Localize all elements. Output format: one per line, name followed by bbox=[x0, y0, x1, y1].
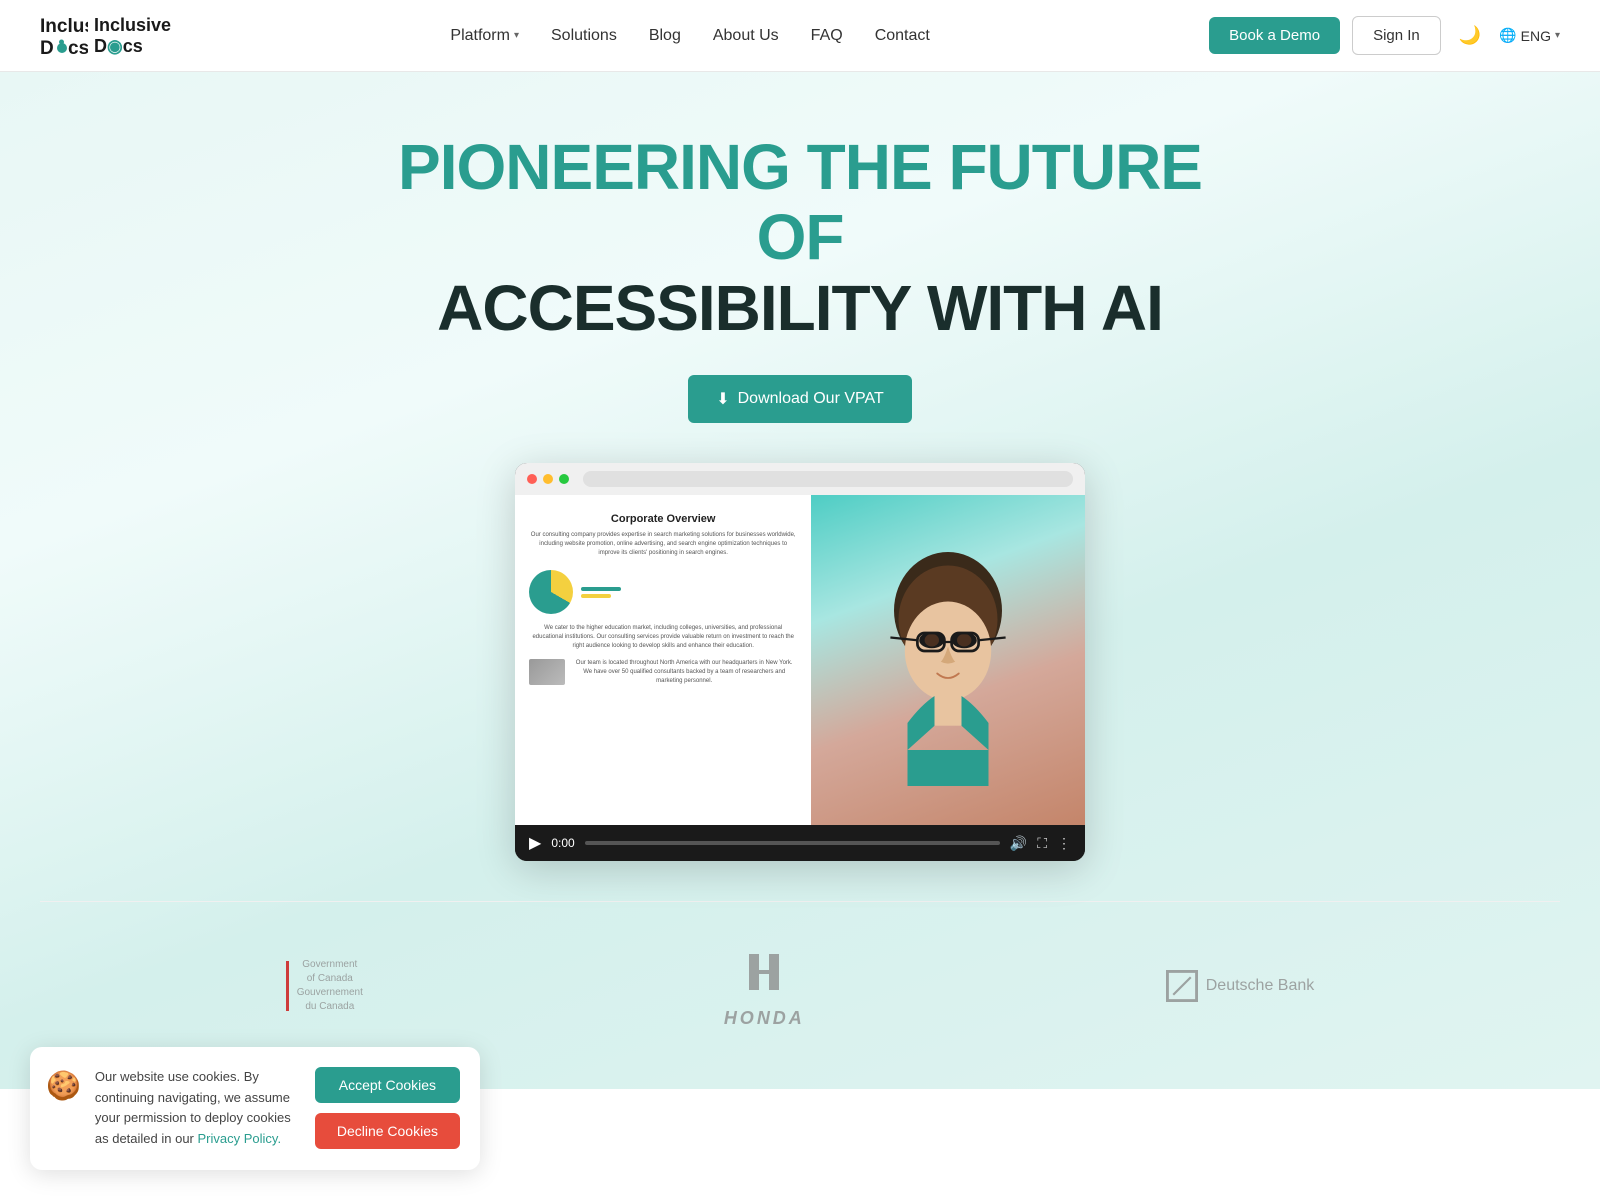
nav-solutions[interactable]: Solutions bbox=[551, 27, 617, 45]
cookie-actions: Accept Cookies Decline Cookies bbox=[315, 1067, 460, 1149]
document-preview: Corporate Overview Our consulting compan… bbox=[515, 495, 811, 825]
logo-name-line1: Inclusive bbox=[94, 15, 171, 36]
cookie-message: Our website use cookies. By continuing n… bbox=[95, 1067, 301, 1150]
canada-gov-logo: Government of Canada Gouvernement du Can… bbox=[286, 958, 363, 1014]
logo-name-line2: D◉cs bbox=[94, 36, 171, 57]
decline-cookies-button[interactable]: Decline Cookies bbox=[315, 1113, 460, 1149]
nav-actions: Book a Demo Sign In 🌙 🌐 ENG ▾ bbox=[1209, 16, 1560, 55]
chevron-down-icon: ▾ bbox=[514, 30, 519, 41]
deutsche-bank-logo: Deutsche Bank bbox=[1166, 970, 1315, 1002]
svg-text:D: D bbox=[40, 38, 54, 59]
close-dot bbox=[527, 474, 537, 484]
navbar: Inclusive D cs Inclusive D◉cs Platform ▾… bbox=[0, 0, 1600, 72]
nav-about[interactable]: About Us bbox=[713, 27, 779, 45]
download-icon: ⬇ bbox=[716, 389, 729, 409]
more-options-button[interactable]: ⋮ bbox=[1057, 835, 1071, 852]
language-selector[interactable]: 🌐 ENG ▾ bbox=[1499, 27, 1560, 44]
video-content: Corporate Overview Our consulting compan… bbox=[515, 495, 1085, 825]
book-demo-button[interactable]: Book a Demo bbox=[1209, 17, 1340, 54]
fullscreen-button[interactable]: ⛶ bbox=[1037, 835, 1047, 852]
cookie-icon: 🍪 bbox=[46, 1069, 81, 1102]
globe-icon: 🌐 bbox=[1499, 27, 1516, 44]
nav-blog[interactable]: Blog bbox=[649, 27, 681, 45]
logo[interactable]: Inclusive D cs Inclusive D◉cs bbox=[40, 10, 171, 62]
video-titlebar bbox=[515, 463, 1085, 495]
video-person bbox=[811, 495, 1085, 825]
nav-contact[interactable]: Contact bbox=[875, 27, 930, 45]
nav-links: Platform ▾ Solutions Blog About Us FAQ C… bbox=[450, 27, 929, 45]
accept-cookies-button[interactable]: Accept Cookies bbox=[315, 1067, 460, 1103]
partner-logos: Government of Canada Gouvernement du Can… bbox=[40, 901, 1560, 1049]
privacy-policy-link[interactable]: Privacy Policy. bbox=[198, 1131, 282, 1146]
nav-platform[interactable]: Platform ▾ bbox=[450, 27, 519, 45]
svg-text:Inclusive: Inclusive bbox=[40, 16, 88, 37]
cookie-banner: 🍪 Our website use cookies. By continuing… bbox=[30, 1047, 480, 1170]
video-time: 0:00 bbox=[551, 836, 574, 850]
volume-button[interactable]: 🔊 bbox=[1010, 835, 1027, 852]
svg-text:cs: cs bbox=[68, 38, 88, 59]
video-progress-bar[interactable] bbox=[585, 841, 1000, 845]
download-vpat-button[interactable]: ⬇ Download Our VPAT bbox=[688, 375, 912, 423]
play-button[interactable]: ▶ bbox=[529, 833, 541, 853]
hero-headline: PIONEERING THE FUTURE OF ACCESSIBILITY W… bbox=[350, 132, 1250, 343]
sign-in-button[interactable]: Sign In bbox=[1352, 16, 1441, 55]
nav-faq[interactable]: FAQ bbox=[811, 27, 843, 45]
url-bar bbox=[583, 471, 1073, 487]
chevron-down-icon: ▾ bbox=[1555, 30, 1560, 41]
minimize-dot bbox=[543, 474, 553, 484]
video-controls: ▶ 0:00 🔊 ⛶ ⋮ bbox=[515, 825, 1085, 861]
honda-logo: HONDA bbox=[714, 942, 814, 1029]
maximize-dot bbox=[559, 474, 569, 484]
video-player[interactable]: Corporate Overview Our consulting compan… bbox=[515, 463, 1085, 861]
hero-section: PIONEERING THE FUTURE OF ACCESSIBILITY W… bbox=[0, 72, 1600, 1089]
dark-mode-toggle[interactable]: 🌙 bbox=[1453, 19, 1487, 52]
